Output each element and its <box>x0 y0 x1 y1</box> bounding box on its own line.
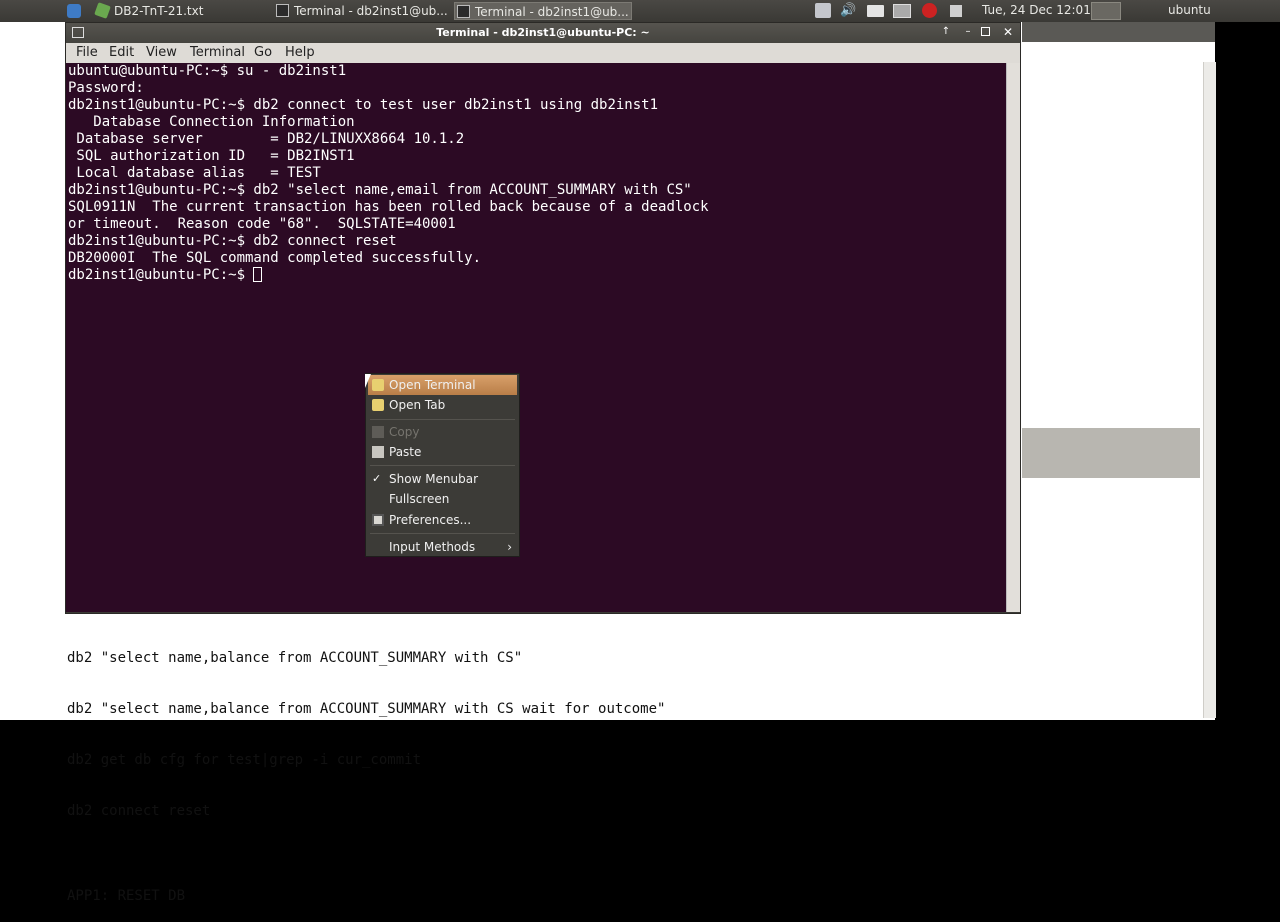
menu-item-copy: Copy <box>368 422 517 442</box>
menu-item-label: Open Terminal <box>389 378 476 392</box>
menu-edit[interactable]: Edit <box>109 45 134 60</box>
close-icon[interactable]: ✕ <box>1001 25 1015 39</box>
workspace-icon[interactable] <box>950 5 962 17</box>
terminal-line: Database Connection Information <box>68 114 355 130</box>
text-editor-icon <box>94 2 111 19</box>
background-selection-block <box>1022 428 1200 478</box>
terminal-prompt: db2inst1@ubuntu-PC:~$ <box>68 267 254 283</box>
menu-help[interactable]: Help <box>285 45 315 60</box>
menu-item-fullscreen[interactable]: Fullscreen <box>368 489 517 509</box>
menu-item-label: Fullscreen <box>389 492 450 506</box>
keep-above-icon[interactable]: ↑ <box>939 25 953 39</box>
text-cursor <box>253 267 263 282</box>
update-icon[interactable] <box>922 3 937 18</box>
menu-item-input-methods[interactable]: Input Methods › <box>368 537 517 557</box>
background-document-text: db2 "select name,balance from ACCOUNT_SU… <box>67 616 665 922</box>
user-name[interactable]: ubuntu <box>1168 3 1211 17</box>
menu-view[interactable]: View <box>146 45 177 60</box>
menu-terminal[interactable]: Terminal <box>190 45 245 60</box>
background-window-titlebar <box>1022 22 1215 42</box>
app-menu-icon[interactable] <box>67 4 81 18</box>
terminal-window: Terminal - db2inst1@ubuntu-PC: ~ ↑ – ✕ F… <box>65 22 1021 614</box>
terminal-icon <box>372 379 384 391</box>
terminal-prompt-line: db2inst1@ubuntu-PC:~$ <box>68 267 1006 284</box>
menu-item-open-tab[interactable]: Open Tab <box>368 395 517 415</box>
preferences-icon <box>372 514 384 526</box>
doc-line: db2 connect reset <box>67 803 211 819</box>
menu-item-label: Copy <box>389 425 420 439</box>
network-icon[interactable] <box>815 3 831 18</box>
terminal-output[interactable]: ubuntu@ubuntu-PC:~$ su - db2inst1 Passwor… <box>66 63 1006 612</box>
terminal-line: db2inst1@ubuntu-PC:~$ db2 connect reset <box>68 233 397 249</box>
menu-item-label: Input Methods <box>389 540 476 554</box>
taskbar-item-terminal-2[interactable]: Terminal - db2inst1@ub... <box>454 2 632 20</box>
terminal-line: Database server = DB2/LINUXX8664 10.1.2 <box>68 131 465 147</box>
menu-item-label: Preferences... <box>389 513 472 527</box>
background-scrollbar[interactable] <box>1203 62 1216 718</box>
copy-icon <box>372 426 384 438</box>
terminal-line: DB20000I The SQL command completed succe… <box>68 250 482 266</box>
tab-icon <box>372 399 384 411</box>
show-desktop-icon[interactable] <box>1091 2 1121 20</box>
minimize-icon[interactable]: – <box>961 25 975 39</box>
menu-file[interactable]: File <box>76 45 98 60</box>
terminal-titlebar[interactable]: Terminal - db2inst1@ubuntu-PC: ~ <box>66 23 1020 43</box>
top-panel: DB2-TnT-21.txt Terminal - db2inst1@ub...… <box>0 0 1280 22</box>
menu-separator <box>370 533 515 534</box>
context-menu: Open Terminal Open Tab Copy Paste ✓ Show… <box>365 373 520 557</box>
mail-icon[interactable] <box>867 5 884 17</box>
terminal-line: or timeout. Reason code "68". SQLSTATE=4… <box>68 216 456 232</box>
terminal-menubar: File Edit View Terminal Go Help <box>66 43 1020 63</box>
taskbar-item-label: DB2-TnT-21.txt <box>114 4 204 18</box>
terminal-line: db2inst1@ubuntu-PC:~$ db2 "select name,e… <box>68 182 692 198</box>
menu-item-paste[interactable]: Paste <box>368 442 517 462</box>
menu-separator <box>370 465 515 466</box>
terminal-line: Local database alias = TEST <box>68 165 321 181</box>
taskbar-item-text-editor[interactable]: DB2-TnT-21.txt <box>94 2 266 20</box>
chevron-right-icon: › <box>507 540 512 554</box>
doc-line: db2 "select name,balance from ACCOUNT_SU… <box>67 650 523 666</box>
menu-item-open-terminal[interactable]: Open Terminal <box>368 375 517 395</box>
window-title: Terminal - db2inst1@ubuntu-PC: ~ <box>436 26 650 39</box>
check-icon: ✓ <box>372 472 382 485</box>
menu-separator <box>370 419 515 420</box>
display-icon[interactable] <box>893 4 911 18</box>
doc-line: APP1: RESET DB <box>67 888 186 904</box>
doc-line: db2 get db cfg for test|grep -i cur_comm… <box>67 752 422 768</box>
menu-item-label: Open Tab <box>389 398 446 412</box>
menu-go[interactable]: Go <box>254 45 272 60</box>
terminal-icon <box>457 5 470 18</box>
taskbar-item-terminal-1[interactable]: Terminal - db2inst1@ub... <box>274 2 448 20</box>
terminal-line: SQL0911N The current transaction has bee… <box>68 199 709 215</box>
paste-icon <box>372 446 384 458</box>
menu-item-label: Show Menubar <box>389 472 479 486</box>
terminal-line: Password: <box>68 80 144 96</box>
menu-item-preferences[interactable]: Preferences... <box>368 510 517 530</box>
menu-item-show-menubar[interactable]: ✓ Show Menubar <box>368 469 517 489</box>
menu-item-label: Paste <box>389 445 422 459</box>
taskbar-item-label: Terminal - db2inst1@ub... <box>475 5 629 19</box>
terminal-line: SQL authorization ID = DB2INST1 <box>68 148 355 164</box>
doc-line: db2 "select name,balance from ACCOUNT_SU… <box>67 701 666 717</box>
taskbar-item-label: Terminal - db2inst1@ub... <box>294 4 448 18</box>
terminal-icon <box>276 4 289 17</box>
terminal-scrollbar[interactable] <box>1006 63 1020 612</box>
clock[interactable]: Tue, 24 Dec 12:01 <box>982 3 1091 17</box>
mouse-pointer-icon <box>365 374 371 388</box>
terminal-line: ubuntu@ubuntu-PC:~$ su - db2inst1 <box>68 63 347 79</box>
maximize-icon[interactable] <box>981 27 990 36</box>
volume-icon[interactable]: 🔊 <box>840 2 858 20</box>
terminal-line: db2inst1@ubuntu-PC:~$ db2 connect to tes… <box>68 97 659 113</box>
window-menu-icon[interactable] <box>72 27 84 38</box>
